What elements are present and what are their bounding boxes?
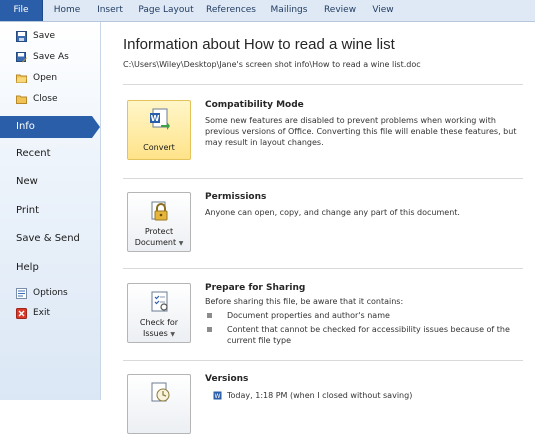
options-icon [16,287,27,299]
sidebar-item-help[interactable]: Help [0,257,100,277]
sidebar-item-label: Exit [33,308,51,318]
sidebar-item-options[interactable]: Options [0,283,100,303]
ribbon-tab-bar: File Home Insert Page Layout References … [0,0,535,22]
lock-icon [151,201,168,221]
sidebar-item-label: Options [33,288,68,298]
convert-button[interactable]: W Convert [127,100,191,160]
compatibility-mode-title: Compatibility Mode [205,100,304,110]
divider [123,360,523,361]
open-folder-icon [16,74,27,83]
svg-text:W: W [151,114,160,123]
checklist-icon [151,291,168,312]
prepare-for-sharing-text: Before sharing this file, be aware that … [205,297,404,306]
selected-arrow [92,116,100,138]
versions-icon [151,382,170,402]
versions-title: Versions [205,374,249,384]
check-label: Check for [139,318,179,327]
protect-label: Protect [144,227,174,236]
sidebar-item-label: Save [33,31,56,41]
bullet-icon [207,313,212,318]
tab-file[interactable]: File [0,0,43,21]
sidebar-item-close[interactable]: Close [0,89,100,109]
sidebar-item-label: Open [33,73,58,83]
close-folder-icon [16,95,27,104]
sidebar-item-label: Print [16,204,40,216]
tab-insert[interactable]: Insert [90,0,130,21]
compatibility-mode-text: Some new features are disabled to preven… [205,116,517,147]
tab-view[interactable]: View [366,0,400,21]
sidebar-item-print[interactable]: Print [0,200,100,220]
sidebar-item-label: Save & Send [16,232,80,244]
tab-references[interactable]: References [203,0,259,21]
tab-page-layout[interactable]: Page Layout [134,0,198,21]
convert-document-icon: W [150,108,170,130]
sidebar-item-new[interactable]: New [0,171,100,191]
backstage-sidebar: Save Save As Open Close Info Recent New … [0,22,101,400]
dropdown-caret-icon: ▼ [178,240,184,247]
sidebar-item-label: Recent [16,147,51,159]
protect-document-button[interactable]: Protect Document ▼ [127,192,191,252]
divider [123,84,523,85]
manage-versions-button[interactable] [127,374,191,434]
sidebar-item-save-as[interactable]: Save As [0,47,100,67]
word-document-icon: W [213,391,222,400]
sidebar-item-label: Save As [33,52,69,62]
sidebar-item-label: Close [33,94,58,104]
divider [123,268,523,269]
svg-text:W: W [215,393,221,400]
check-label-2: Issues ▼ [142,329,176,338]
sidebar-item-recent[interactable]: Recent [0,143,100,163]
save-icon [16,30,27,42]
info-panel: Information about How to read a wine lis… [101,22,535,434]
permissions-text: Anyone can open, copy, and change any pa… [205,208,460,217]
dropdown-caret-icon: ▼ [170,331,176,338]
sidebar-item-save[interactable]: Save [0,26,100,46]
file-path: C:\Users\Wiley\Desktop\Jane's screen sho… [123,60,421,69]
tab-mailings[interactable]: Mailings [265,0,313,21]
version-entry-label: Today, 1:18 PM (when I closed without sa… [227,391,413,400]
convert-label: Convert [143,143,175,152]
divider [123,178,523,179]
bullet-icon [207,327,212,332]
page-title: Information about How to read a wine lis… [123,36,395,53]
protect-label-2: Document ▼ [134,238,184,247]
sidebar-item-label: New [16,175,38,187]
prepare-for-sharing-title: Prepare for Sharing [205,283,306,293]
exit-icon [16,307,27,319]
tab-home[interactable]: Home [48,0,86,21]
sidebar-item-exit[interactable]: Exit [0,303,100,323]
sidebar-item-info[interactable]: Info [0,116,92,138]
sidebar-item-open[interactable]: Open [0,68,100,88]
sidebar-item-save-send[interactable]: Save & Send [0,228,100,248]
tab-review[interactable]: Review [320,0,360,21]
permissions-title: Permissions [205,192,267,202]
check-for-issues-button[interactable]: Check for Issues ▼ [127,283,191,343]
save-as-icon [16,51,27,62]
sidebar-item-label: Help [16,261,39,273]
